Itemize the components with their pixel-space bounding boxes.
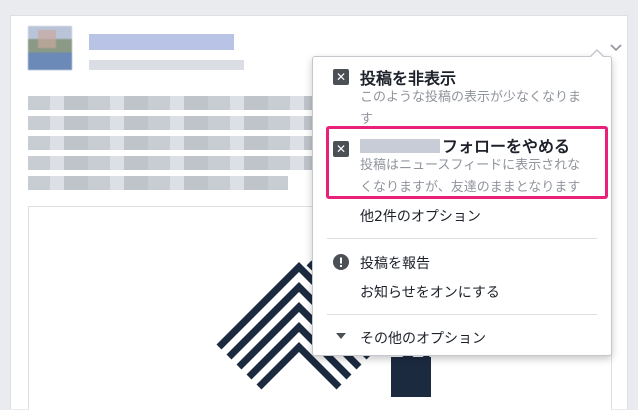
turn-on-notifications-label: お知らせをオンにする: [360, 285, 500, 301]
menu-item-more-options[interactable]: 他2件のオプション: [313, 201, 611, 229]
menu-item-turn-on-notifications[interactable]: お知らせをオンにする: [313, 277, 611, 305]
post-meta-redacted: [89, 60, 244, 70]
chevron-down-icon[interactable]: [609, 43, 623, 53]
menu-divider: [327, 238, 597, 239]
close-box-icon: ✕: [333, 69, 349, 85]
post-text-redacted: [28, 156, 313, 170]
caret-down-icon: [336, 333, 346, 339]
unfollow-desc-line1: 投稿はニュースフィードに表示されな: [360, 158, 581, 173]
exclamation-icon: [333, 254, 349, 270]
report-post-label: 投稿を報告: [360, 256, 430, 272]
hide-post-description: このような投稿の表示が少なくなりま す: [360, 90, 582, 127]
unfollow-label: フォローをやめる: [442, 137, 571, 156]
hide-post-title: 投稿を非表示: [360, 69, 457, 88]
more-options-label: 他2件のオプション: [360, 209, 481, 225]
menu-item-other-options[interactable]: その他のオプション: [313, 323, 611, 351]
friend-name-redacted: [360, 139, 440, 153]
close-box-icon: ✕: [333, 141, 349, 157]
post-text-redacted: [28, 96, 318, 110]
unfollow-title: フォローをやめる: [360, 133, 570, 157]
unfollow-desc-line2: くなりますが、友達のままとなります: [360, 180, 581, 195]
menu-divider: [327, 314, 597, 315]
avatar[interactable]: [28, 26, 72, 70]
post-text-redacted: [28, 136, 318, 150]
other-options-label: その他のオプション: [360, 331, 486, 347]
post-text-redacted: [28, 116, 328, 130]
unfollow-description: 投稿はニュースフィードに表示されな くなりますが、友達のままとなります: [360, 155, 610, 199]
post-options-menu: ✕ 投稿を非表示 このような投稿の表示が少なくなりま す ✕ フォローをやめる …: [312, 49, 612, 356]
menu-item-unfollow[interactable]: ✕ フォローをやめる 投稿はニュースフィードに表示されな くなりますが、友達のま…: [313, 129, 611, 197]
menu-item-report-post[interactable]: 投稿を報告: [313, 249, 611, 275]
author-name-redacted[interactable]: [89, 34, 234, 50]
post-text-redacted: [28, 176, 288, 190]
menu-item-hide-post[interactable]: ✕ 投稿を非表示 このような投稿の表示が少なくなりま す: [313, 57, 611, 127]
